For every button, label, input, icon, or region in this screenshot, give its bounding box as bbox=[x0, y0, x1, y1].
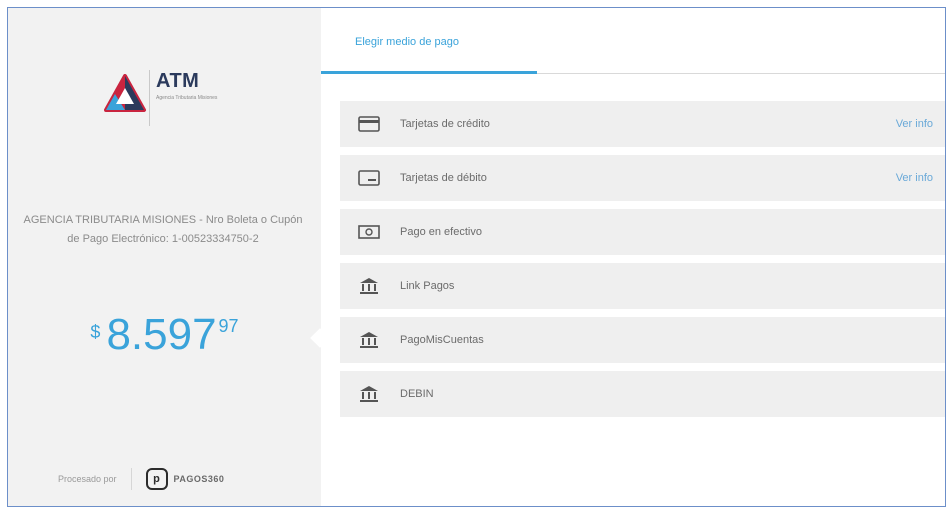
debit-card-icon bbox=[358, 170, 380, 186]
method-label: Pago en efectivo bbox=[400, 226, 482, 238]
logo-name: ATM bbox=[156, 70, 200, 92]
logo-text: ATM Agencia Tributaria Misiones bbox=[156, 70, 226, 101]
bank-icon bbox=[360, 278, 378, 294]
method-debin[interactable]: DEBIN bbox=[340, 371, 945, 417]
method-pagomiscuentas[interactable]: PagoMisCuentas bbox=[340, 317, 945, 363]
amount-integer: 8.597 bbox=[106, 310, 217, 359]
atm-logo: ATM Agencia Tributaria Misiones bbox=[103, 68, 253, 138]
amount-currency: $ bbox=[90, 322, 101, 342]
atm-logo-icon bbox=[104, 74, 146, 112]
active-tab-indicator bbox=[321, 71, 537, 74]
cash-icon bbox=[358, 225, 380, 239]
method-credit-card[interactable]: Tarjetas de crédito Ver info bbox=[340, 101, 945, 147]
divider bbox=[130, 468, 132, 490]
method-label: Tarjetas de crédito bbox=[400, 118, 490, 130]
logo-subtitle: Agencia Tributaria Misiones bbox=[156, 95, 218, 101]
method-link-pagos[interactable]: Link Pagos bbox=[340, 263, 945, 309]
payment-window: ATM Agencia Tributaria Misiones AGENCIA … bbox=[7, 7, 946, 507]
tab-bar: Elegir medio de pago bbox=[321, 8, 945, 74]
logo-divider bbox=[149, 70, 150, 126]
bank-icon bbox=[360, 332, 378, 348]
method-label: PagoMisCuentas bbox=[400, 334, 484, 346]
method-cash[interactable]: Pago en efectivo bbox=[340, 209, 945, 255]
pagos360-name: PAGOS360 bbox=[173, 474, 225, 484]
credit-info-link[interactable]: Ver info bbox=[896, 118, 933, 130]
processed-by-label: Procesado por bbox=[58, 474, 117, 484]
summary-panel: ATM Agencia Tributaria Misiones AGENCIA … bbox=[8, 8, 321, 506]
processed-by: Procesado por p PAGOS360 bbox=[58, 464, 224, 494]
method-label: Link Pagos bbox=[400, 280, 455, 292]
method-label: Tarjetas de débito bbox=[400, 172, 487, 184]
method-label: DEBIN bbox=[400, 388, 434, 400]
pagos360-icon: p bbox=[145, 468, 168, 490]
tab-choose-payment[interactable]: Elegir medio de pago bbox=[355, 36, 459, 48]
payment-methods-list: Tarjetas de crédito Ver info Tarjetas de… bbox=[340, 101, 945, 425]
debit-info-link[interactable]: Ver info bbox=[896, 172, 933, 184]
credit-card-icon bbox=[358, 116, 380, 132]
amount-display: $8.597 97 bbox=[8, 310, 321, 360]
method-debit-card[interactable]: Tarjetas de débito Ver info bbox=[340, 155, 945, 201]
bank-icon bbox=[360, 386, 378, 402]
payment-description: AGENCIA TRIBUTARIA MISIONES - Nro Boleta… bbox=[23, 214, 303, 245]
amount-decimals: 97 bbox=[218, 316, 239, 336]
